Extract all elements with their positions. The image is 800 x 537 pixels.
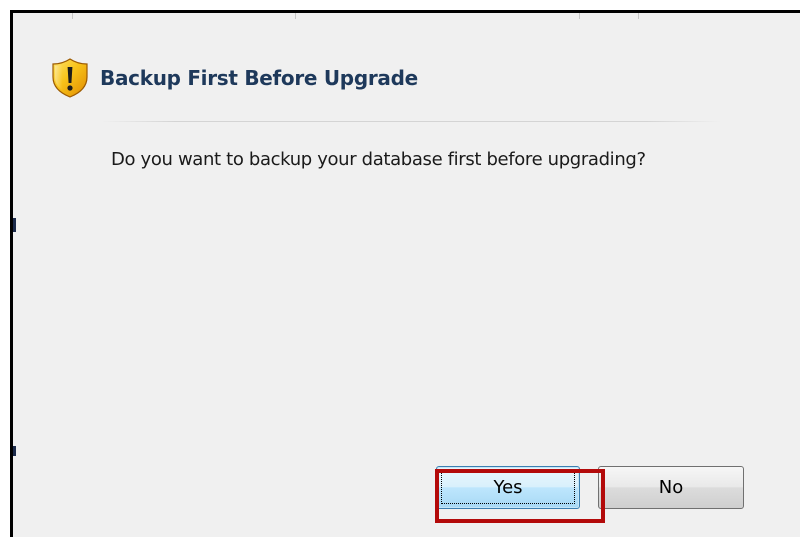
edge-marker [13, 446, 16, 456]
yes-button-label: Yes [493, 477, 523, 498]
dialog-header: Backup First Before Upgrade [51, 58, 418, 98]
shield-warning-icon [52, 58, 88, 98]
strip-tick [638, 13, 639, 19]
no-button-label: No [658, 477, 684, 498]
strip-tick [72, 13, 73, 19]
no-button[interactable]: No [598, 466, 744, 509]
header-separator [101, 121, 721, 122]
dialog-title: Backup First Before Upgrade [100, 66, 418, 90]
strip-tick [295, 13, 296, 19]
screen: Backup First Before Upgrade Do you want … [0, 0, 800, 537]
background-window-strip [13, 13, 800, 19]
edge-marker [13, 218, 16, 232]
dialog-message: Do you want to backup your database firs… [111, 149, 646, 170]
strip-tick [579, 13, 580, 19]
yes-button[interactable]: Yes [436, 466, 580, 509]
dialog-window: Backup First Before Upgrade Do you want … [10, 10, 800, 537]
